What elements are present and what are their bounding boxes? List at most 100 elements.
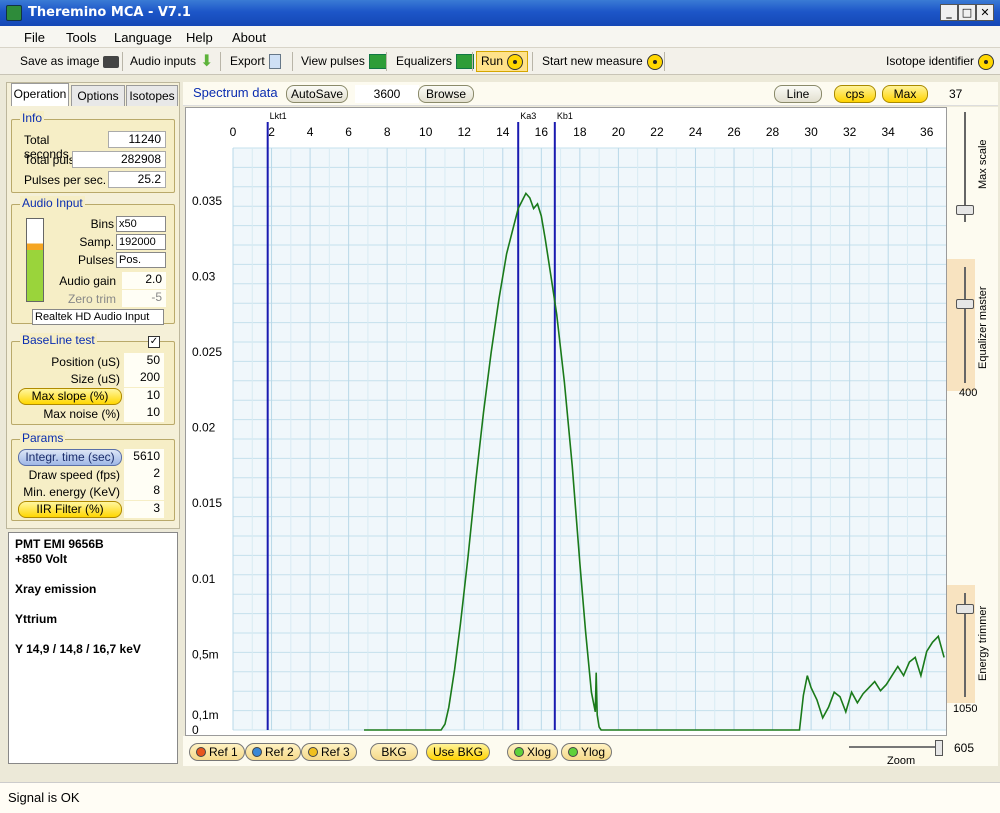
max-slope-button[interactable]: Max slope (%) <box>18 388 122 405</box>
use-bkg-button[interactable]: Use BKG <box>426 743 490 761</box>
x-tick-label: 28 <box>766 125 780 139</box>
zoom-slider[interactable] <box>935 740 943 756</box>
menu-language[interactable]: Language <box>114 30 172 45</box>
maximize-button[interactable]: □ <box>958 4 976 21</box>
tab-isotopes[interactable]: Isotopes <box>126 85 178 106</box>
line-button[interactable]: Line <box>774 85 822 103</box>
x-tick-label: 24 <box>689 125 703 139</box>
y-tick-label: 0.025 <box>192 345 222 359</box>
menu-about[interactable]: About <box>232 30 266 45</box>
energy-trimmer-panel <box>947 585 975 703</box>
size-label: Size (uS) <box>70 372 120 386</box>
toolbar-separator <box>664 52 665 71</box>
spectrum-chart: 0 2 4 6 8 10 12 14 16 18 20 22 24 26 28 30 32 34 360.0350.… <box>192 111 946 737</box>
notes-line: Yttrium <box>15 612 57 626</box>
title-bar: Theremino MCA - V7.1 _ □ ✕ <box>0 0 1000 26</box>
ref2-button[interactable]: Ref 2 <box>245 743 301 761</box>
close-button[interactable]: ✕ <box>976 4 994 21</box>
export-button[interactable]: Export <box>226 51 285 72</box>
audio-inputs-button[interactable]: Audio inputs ⬇ <box>126 51 217 72</box>
x-tick-label: 12 <box>458 125 472 139</box>
audio-device-select[interactable]: Realtek HD Audio Input <box>32 309 164 325</box>
y-tick-label: 0,5m <box>192 647 219 661</box>
isotope-identifier-button[interactable]: Isotope identifier <box>882 51 998 72</box>
pulses-polarity-select[interactable]: Pos. <box>116 252 166 268</box>
bkg-button[interactable]: BKG <box>370 743 418 761</box>
max-slope-value[interactable]: 10 <box>124 388 164 405</box>
ylog-button[interactable]: Ylog <box>561 743 613 761</box>
integr-time-button[interactable]: Integr. time (sec) <box>18 449 122 466</box>
toolbar-separator <box>122 52 123 71</box>
xlog-button[interactable]: Xlog <box>507 743 559 761</box>
menu-help[interactable]: Help <box>186 30 213 45</box>
samp-select[interactable]: 192000 <box>116 234 166 250</box>
x-tick-label: 34 <box>882 125 896 139</box>
ref3-button[interactable]: Ref 3 <box>301 743 357 761</box>
size-value[interactable]: 200 <box>124 370 164 387</box>
x-tick-label: 30 <box>804 125 818 139</box>
integr-time-value[interactable]: 5610 <box>124 449 164 466</box>
menu-tools[interactable]: Tools <box>66 30 96 45</box>
audio-gain-value[interactable]: 2.0 <box>122 272 166 289</box>
min-energy-value[interactable]: 8 <box>124 483 164 500</box>
menu-file[interactable]: File <box>24 30 45 45</box>
y-tick-label: 0.035 <box>192 194 222 208</box>
x-tick-label: 20 <box>612 125 626 139</box>
tab-options[interactable]: Options <box>71 85 125 106</box>
minimize-button[interactable]: _ <box>940 4 958 21</box>
status-text: Signal is OK <box>8 790 80 805</box>
toolbar: Save as image Audio inputs ⬇ Export View … <box>0 48 1000 75</box>
max-scale-slider[interactable] <box>956 205 974 215</box>
autosave-button[interactable]: AutoSave <box>286 85 348 103</box>
bins-select[interactable]: x50 <box>116 216 166 232</box>
ylog-led-icon <box>568 747 578 757</box>
max-scale-label: Max scale <box>977 139 989 189</box>
ref2-color-icon <box>252 747 262 757</box>
energy-trimmer-slider[interactable] <box>956 604 974 614</box>
marker-label: Kb1 <box>557 111 573 121</box>
iir-filter-button[interactable]: IIR Filter (%) <box>18 501 122 518</box>
ref3-label: Ref 3 <box>321 745 350 759</box>
toolbar-separator <box>386 52 387 71</box>
zero-trim-value[interactable]: -5 <box>122 290 166 307</box>
x-tick-label: 6 <box>345 125 352 139</box>
max-button[interactable]: Max <box>882 85 928 103</box>
pulses-per-sec-value: 25.2 <box>108 171 166 188</box>
zoom-value: 605 <box>954 741 975 755</box>
energy-trimmer-value: 1050 <box>953 703 978 715</box>
tab-operation[interactable]: Operation <box>11 83 69 106</box>
baseline-group: BaseLine test ✓ Position (uS) 50 Size (u… <box>11 333 175 425</box>
baseline-title: BaseLine test <box>20 333 97 347</box>
audio-gain-label: Audio gain <box>59 274 116 288</box>
bkg-label: BKG <box>381 745 407 759</box>
run-button[interactable]: Run <box>476 51 529 72</box>
total-seconds-value: 11240 <box>108 131 166 148</box>
notes-line <box>15 597 171 612</box>
camera-icon <box>103 55 120 68</box>
save-image-button[interactable]: Save as image <box>16 51 123 72</box>
position-label: Position (uS) <box>51 355 120 369</box>
start-new-measure-button[interactable]: Start new measure <box>538 51 667 72</box>
position-value[interactable]: 50 <box>124 353 164 370</box>
max-noise-value[interactable]: 10 <box>124 405 164 422</box>
equalizers-button[interactable]: Equalizers <box>392 51 478 72</box>
notes-textarea[interactable]: PMT EMI 9656B +850 Volt Xray emission Yt… <box>8 532 178 764</box>
draw-speed-value[interactable]: 2 <box>124 466 164 483</box>
ref1-button[interactable]: Ref 1 <box>189 743 245 761</box>
iir-filter-value[interactable]: 3 <box>124 501 164 518</box>
window-title: Theremino MCA - V7.1 <box>28 5 191 20</box>
radiation-icon <box>507 53 524 70</box>
spectrum-plot[interactable]: 0 2 4 6 8 10 12 14 16 18 20 22 24 26 28 30 32 34 36 0.035 0.… <box>185 107 947 737</box>
notes-line: +850 Volt <box>15 552 68 566</box>
view-pulses-button[interactable]: View pulses <box>297 51 391 72</box>
start-new-label: Start new measure <box>542 54 643 68</box>
equalizer-master-slider[interactable] <box>956 299 974 309</box>
baseline-checkbox[interactable]: ✓ <box>148 336 160 348</box>
document-icon <box>268 54 281 69</box>
xlog-label: Xlog <box>527 745 552 759</box>
browse-button[interactable]: Browse <box>418 85 474 103</box>
autosave-interval-input[interactable]: 3600 <box>355 85 419 103</box>
x-tick-label: 36 <box>920 125 934 139</box>
spectrum-bottom-bar: Ref 1 Ref 2 Ref 3 BKG Use BKG Xlog Ylog … <box>183 736 998 767</box>
cps-button[interactable]: cps <box>834 85 876 103</box>
